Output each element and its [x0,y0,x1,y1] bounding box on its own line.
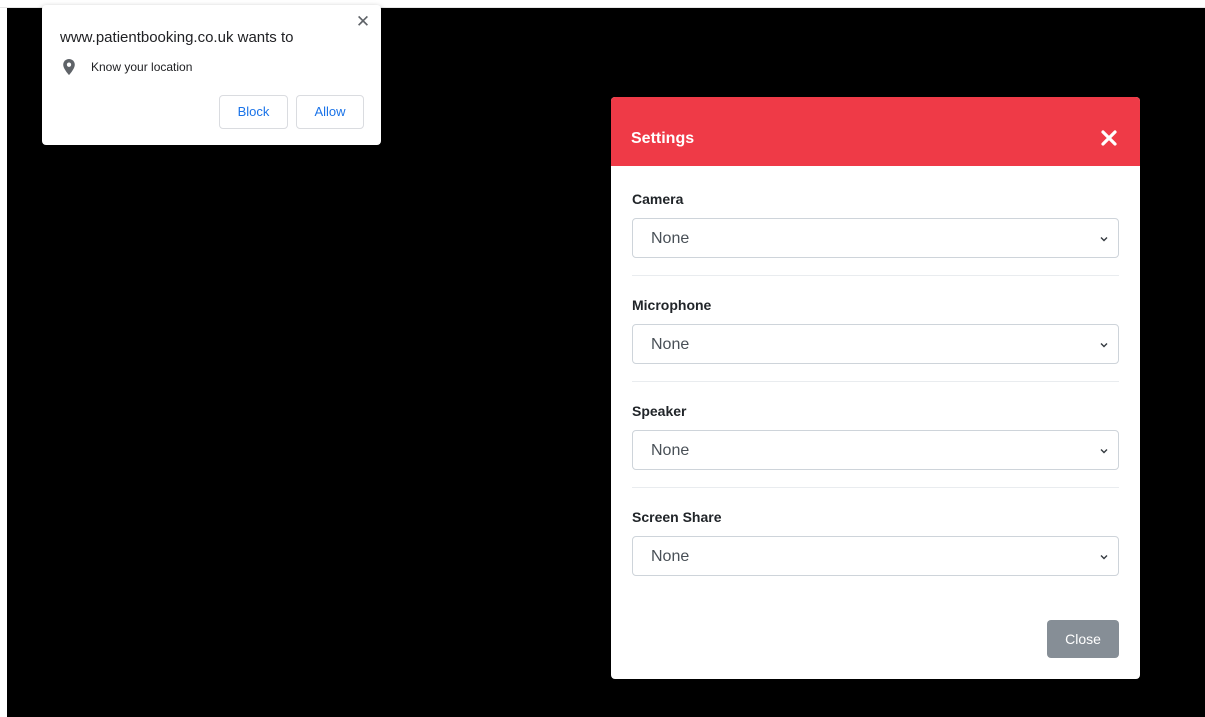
microphone-label: Microphone [632,297,712,313]
chevron-down-icon [1100,343,1108,348]
chevron-down-icon [1100,449,1108,454]
divider [632,381,1119,382]
camera-select-value: None [651,230,690,247]
allow-button[interactable]: Allow [296,95,364,129]
permission-title: www.patientbooking.co.uk wants to [60,29,294,46]
chevron-down-icon [1100,555,1108,560]
divider [632,275,1119,276]
close-x-icon[interactable] [1099,128,1119,148]
speaker-select[interactable]: None [632,430,1119,470]
camera-label: Camera [632,191,684,207]
screen-share-select-value: None [651,548,690,565]
permission-request-row: Know your location [62,59,192,75]
chevron-down-icon [1100,237,1108,242]
screen-share-select[interactable]: None [632,536,1119,576]
close-button[interactable]: Close [1047,620,1119,658]
modal-title: Settings [631,130,695,147]
close-icon[interactable]: ✕ [355,13,371,30]
settings-modal: Settings Camera None Microphone None Spe… [611,97,1140,679]
camera-select[interactable]: None [632,218,1119,258]
screen-share-label: Screen Share [632,509,722,525]
microphone-select[interactable]: None [632,324,1119,364]
microphone-select-value: None [651,336,690,353]
modal-header: Settings [611,97,1140,166]
block-button[interactable]: Block [219,95,288,129]
location-permission-popup: www.patientbooking.co.uk wants to ✕ Know… [42,5,381,145]
speaker-select-value: None [651,442,690,459]
location-pin-icon [63,59,75,75]
speaker-label: Speaker [632,403,687,419]
permission-request-label: Know your location [91,60,193,74]
divider [632,487,1119,488]
